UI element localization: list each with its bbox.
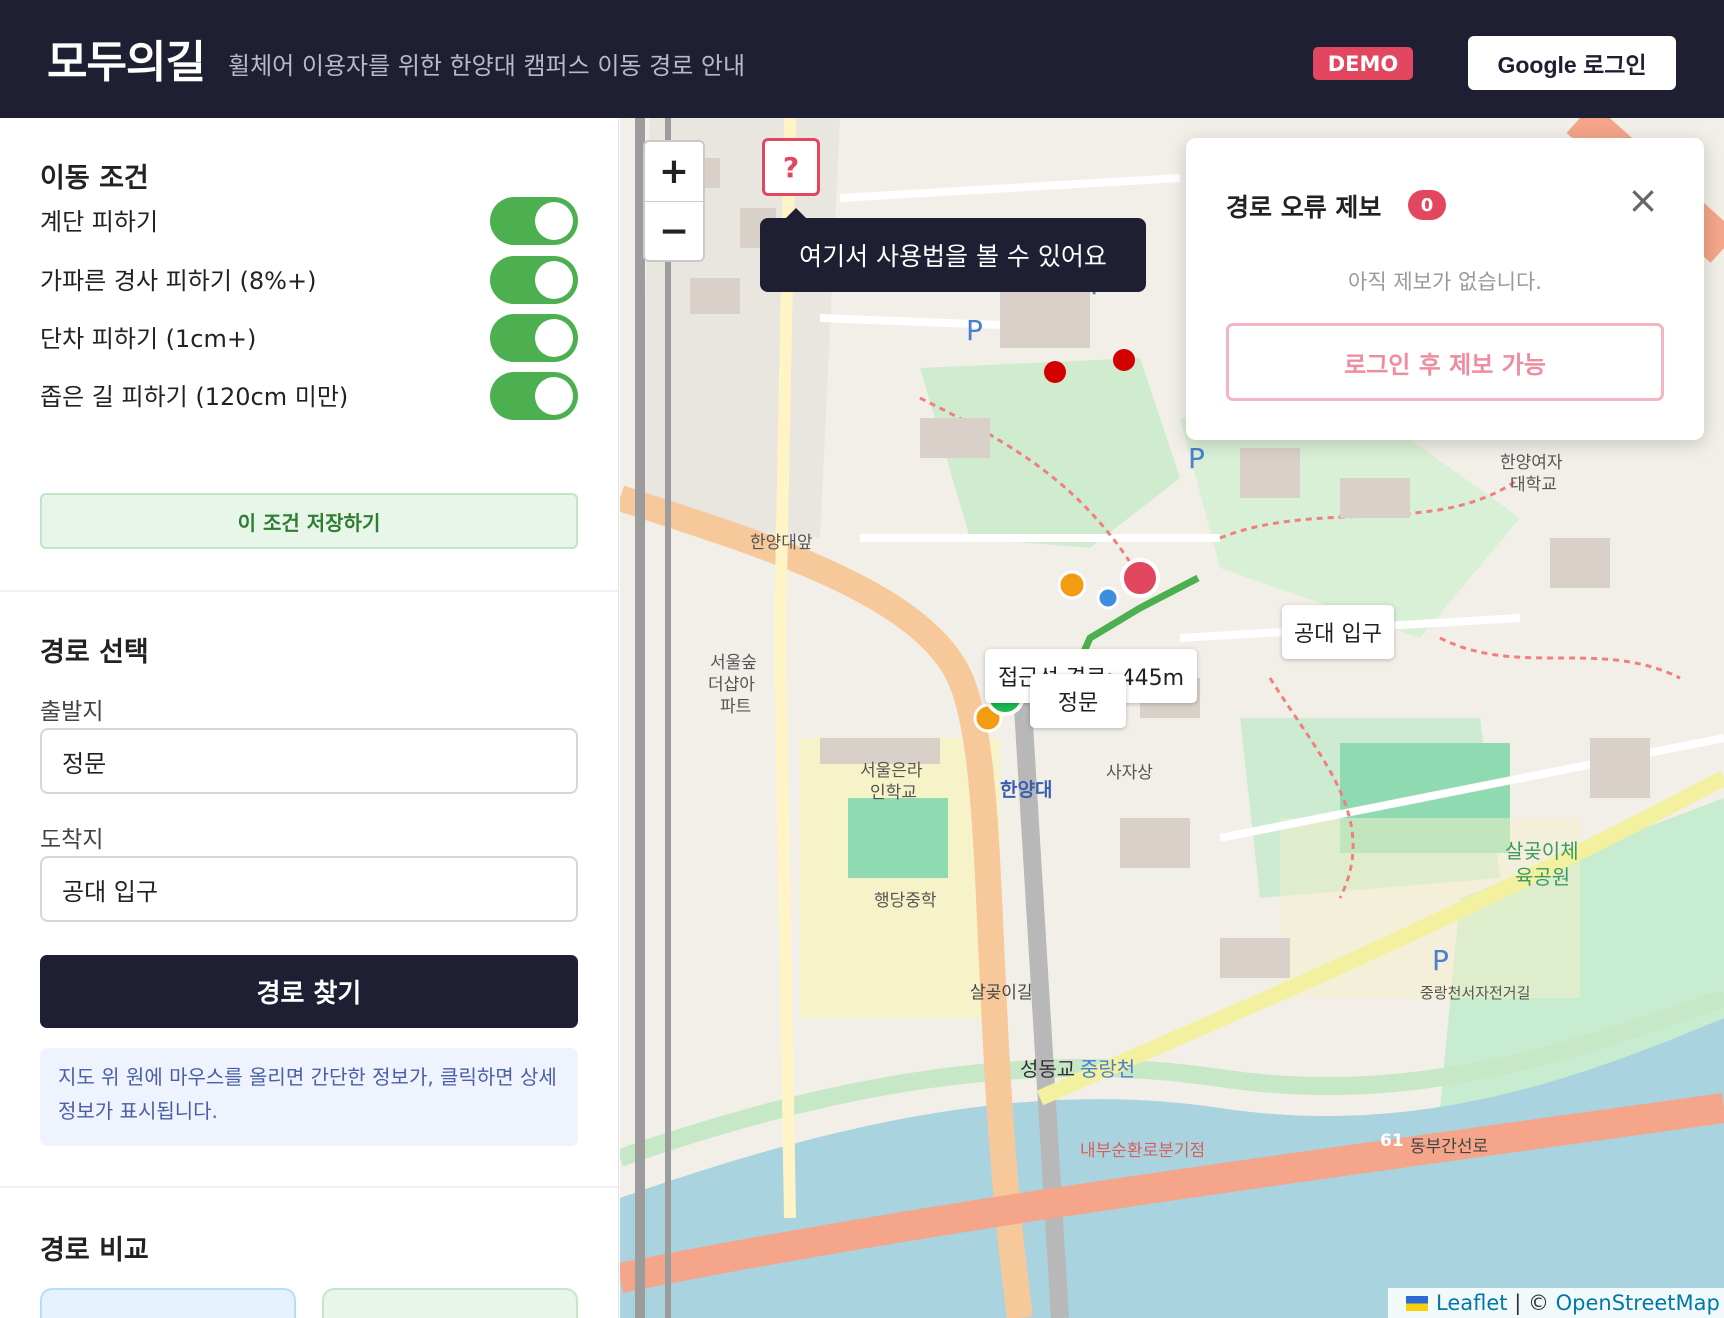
map-label: 사자상: [1106, 763, 1153, 783]
attribution-separator: | ©: [1507, 1291, 1556, 1315]
map-label: 한양대: [1000, 779, 1052, 801]
origin-value: 정문: [62, 749, 107, 778]
destination-value: 공대 입구: [62, 877, 158, 906]
toggle-knob: [535, 377, 573, 415]
start-marker-label: 정문: [1030, 674, 1126, 728]
close-icon[interactable]: ×: [1623, 178, 1663, 222]
building: [1120, 818, 1190, 868]
map-hint-info: 지도 위 원에 마우스를 올리면 간단한 정보가, 클릭하면 상세 정보가 표시…: [40, 1048, 578, 1146]
osm-link[interactable]: OpenStreetMap: [1556, 1291, 1720, 1315]
parking-icon: P: [1432, 944, 1449, 977]
building: [920, 418, 990, 458]
avoid-narrow-label: 좁은 길 피하기 (120cm 미만): [40, 383, 349, 411]
map-label: 서울숲: [710, 653, 757, 673]
save-conditions-button[interactable]: 이 조건 저장하기: [40, 493, 578, 549]
building: [1220, 938, 1290, 978]
map-label: 한양여자: [1500, 453, 1563, 473]
brand-logo[interactable]: 모두의길: [47, 26, 206, 90]
school-field: [848, 798, 948, 878]
map-label: 인학교: [870, 783, 917, 803]
waypoint-marker[interactable]: [1057, 570, 1087, 600]
zoom-control: + −: [643, 140, 705, 262]
map-label: 중랑천서자전거길: [1420, 984, 1530, 1002]
zoom-in-button[interactable]: +: [645, 142, 703, 201]
map-label: 성동교: [1020, 1057, 1075, 1081]
destination-input[interactable]: 공대 입구: [40, 856, 578, 922]
report-panel: 경로 오류 제보 0 × 아직 제보가 없습니다. 로그인 후 제보 가능: [1186, 138, 1704, 440]
google-login-button[interactable]: Google 로그인: [1468, 36, 1676, 90]
end-marker-label: 공대 입구: [1282, 605, 1394, 659]
normal-route-card[interactable]: [40, 1288, 296, 1318]
map-label: 내부순환로분기점: [1080, 1141, 1205, 1161]
map-label: 살곶이체: [1505, 839, 1579, 863]
app-header: 모두의길 휠체어 이용자를 위한 한양대 캠퍼스 이동 경로 안내 DEMO G…: [0, 0, 1724, 118]
hospital-icon: [1113, 349, 1135, 371]
map-view[interactable]: 한양대앞 서울숲 더샵아 파트 서울은라 인학교 행당중학 사근동 살곶이체 육…: [620, 118, 1724, 1318]
toggle-knob: [535, 261, 573, 299]
destination-label: 도착지: [40, 827, 104, 853]
map-attribution: Leaflet | © OpenStreetMap: [1388, 1288, 1724, 1318]
divider: [0, 590, 618, 592]
report-panel-title: 경로 오류 제보: [1226, 193, 1382, 222]
map-label: 한양대앞: [750, 533, 813, 553]
avoid-curb-toggle[interactable]: [490, 314, 578, 362]
origin-label: 출발지: [40, 699, 104, 725]
parking-icon: P: [1188, 442, 1205, 475]
avoid-slope-toggle[interactable]: [490, 256, 578, 304]
map-label: 살곶이길: [970, 983, 1033, 1003]
avoid-stairs-label: 계단 피하기: [40, 208, 159, 236]
avoid-curb-label: 단차 피하기 (1cm+): [40, 325, 257, 353]
login-to-report-button[interactable]: 로그인 후 제보 가능: [1226, 323, 1664, 401]
waypoint-marker[interactable]: [1096, 586, 1120, 610]
help-button[interactable]: ?: [762, 138, 820, 196]
building: [1550, 538, 1610, 588]
hospital-icon: [1044, 361, 1066, 383]
help-tooltip: 여기서 사용법을 볼 수 있어요: [760, 208, 1146, 292]
map-label: 대학교: [1510, 475, 1557, 495]
tagline: 휠체어 이용자를 위한 한양대 캠퍼스 이동 경로 안내: [228, 52, 746, 80]
demo-badge: DEMO: [1313, 47, 1413, 80]
find-route-button[interactable]: 경로 찾기: [40, 955, 578, 1028]
map-label: 서울은라: [860, 761, 923, 781]
building: [1590, 738, 1650, 798]
accessible-route-card[interactable]: [322, 1288, 578, 1318]
divider: [0, 1186, 618, 1188]
compare-title: 경로 비교: [40, 1235, 149, 1266]
leaflet-link[interactable]: Leaflet: [1436, 1291, 1508, 1315]
map-label: 파트: [720, 697, 751, 717]
sidebar: 이동 조건 계단 피하기 가파른 경사 피하기 (8%+) 단차 피하기 (1c…: [0, 118, 619, 1318]
route-select-title: 경로 선택: [40, 637, 149, 668]
map-label: 행당중학: [874, 891, 937, 911]
building: [1340, 478, 1410, 518]
conditions-title: 이동 조건: [40, 163, 149, 194]
avoid-slope-label: 가파른 경사 피하기 (8%+): [40, 267, 317, 295]
avoid-narrow-toggle[interactable]: [490, 372, 578, 420]
map-label: 육공원: [1515, 865, 1570, 889]
building: [690, 278, 740, 314]
zoom-out-button[interactable]: −: [645, 201, 703, 260]
building: [1000, 288, 1090, 348]
map-label: 더샵아: [708, 675, 755, 695]
avoid-stairs-toggle[interactable]: [490, 197, 578, 245]
map-label: 동부간선로: [1410, 1137, 1488, 1157]
building: [1240, 448, 1300, 498]
end-marker[interactable]: [1120, 558, 1160, 598]
map-label: 61: [1380, 1131, 1404, 1151]
toggle-knob: [535, 202, 573, 240]
toggle-knob: [535, 319, 573, 357]
parking-icon: P: [966, 314, 983, 347]
report-count-badge: 0: [1408, 190, 1446, 220]
no-reports-message: 아직 제보가 없습니다.: [1348, 270, 1542, 294]
map-label: 중랑천: [1080, 1057, 1135, 1081]
ukraine-flag-icon: [1406, 1295, 1428, 1311]
origin-input[interactable]: 정문: [40, 728, 578, 794]
